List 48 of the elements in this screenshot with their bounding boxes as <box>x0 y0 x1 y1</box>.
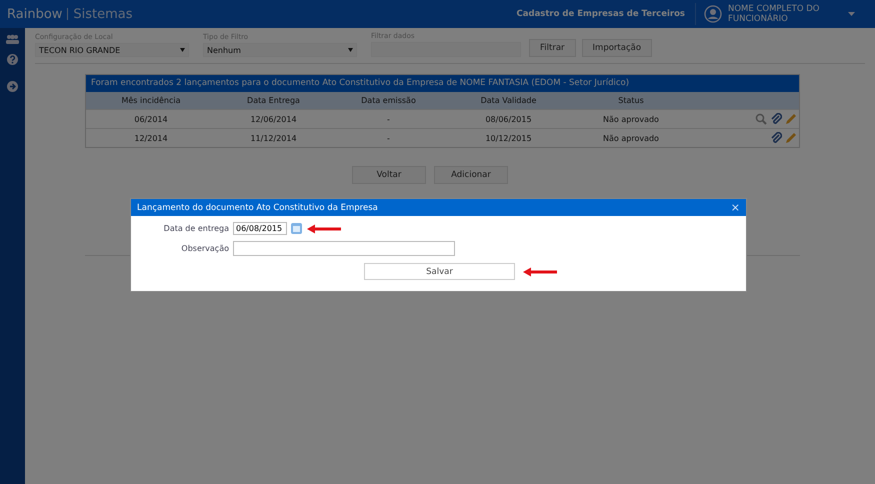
table-cell-text: 12/2014 <box>133 134 169 142</box>
close-button[interactable]: × <box>730 201 740 214</box>
users-icon[interactable] <box>6 34 19 44</box>
action-button[interactable]: Voltar <box>352 166 426 184</box>
table-cell-text: - <box>386 134 391 142</box>
caret-icon[interactable] <box>848 12 855 16</box>
action-button[interactable]: Adicionar <box>434 166 508 184</box>
help-icon[interactable] <box>7 54 18 65</box>
dialog-title: Lançamento do documento Ato Constitutivo da Empresa <box>137 202 378 212</box>
page-title: Cadastro de Empresas de Terceiros <box>506 3 696 25</box>
column-header: Data Entrega <box>246 96 301 105</box>
filter-button[interactable]: Filtrar <box>529 39 576 57</box>
pointer-arrow <box>306 224 342 234</box>
brand-name: Rainbow <box>6 6 62 22</box>
date-field[interactable]: 06/08/2015 <box>233 222 287 235</box>
filter-button[interactable]: Importação <box>582 39 652 57</box>
column-header: Mês incidência <box>120 96 182 105</box>
search-icon[interactable] <box>755 113 767 125</box>
dropdown[interactable]: Nenhum <box>203 43 357 57</box>
column-header: Data Validade <box>480 96 538 105</box>
pencil-icon[interactable] <box>785 113 797 125</box>
field-label: Data de entrega <box>162 224 229 233</box>
table-cell-text: 11/12/2014 <box>249 134 298 142</box>
table-cell-text: - <box>386 114 391 124</box>
table-cell-text: 08/06/2015 <box>484 114 533 124</box>
table-cell-text: 12/06/2014 <box>249 114 298 124</box>
table-caption: Foram encontrados 2 lançamentos para o documento Ato Constitutivo da Empresa de NOME FANTASIA (EDOM - Setor Jurídico) <box>86 75 799 92</box>
table-cell-text: 06/2014 <box>133 114 169 124</box>
column-header: Status <box>617 96 645 105</box>
user-name: NOME COMPLETO DO FUNCIONÁRIO <box>728 4 820 24</box>
calendar-icon[interactable] <box>291 223 302 234</box>
dropdown[interactable]: TECON RIO GRANDE <box>35 43 189 57</box>
paperclip-icon[interactable] <box>770 132 782 144</box>
save-button[interactable]: Salvar <box>364 263 515 280</box>
table-cell-text: Não aprovado <box>602 134 660 142</box>
caret-icon[interactable] <box>348 48 353 52</box>
table-cell-text: 10/12/2015 <box>484 134 533 142</box>
arrow-right-icon[interactable] <box>7 81 18 92</box>
caret-icon[interactable] <box>180 48 185 52</box>
table-cell-text: Não aprovado <box>602 114 660 124</box>
observation-field[interactable] <box>233 241 455 256</box>
paperclip-icon[interactable] <box>770 113 782 125</box>
product-name: Sistemas <box>73 6 133 22</box>
field-label: Observação <box>180 244 229 253</box>
column-header: Data emissão <box>360 96 417 105</box>
pointer-arrow <box>522 266 558 276</box>
pencil-icon[interactable] <box>785 132 797 144</box>
user-avatar-icon[interactable] <box>704 5 722 23</box>
